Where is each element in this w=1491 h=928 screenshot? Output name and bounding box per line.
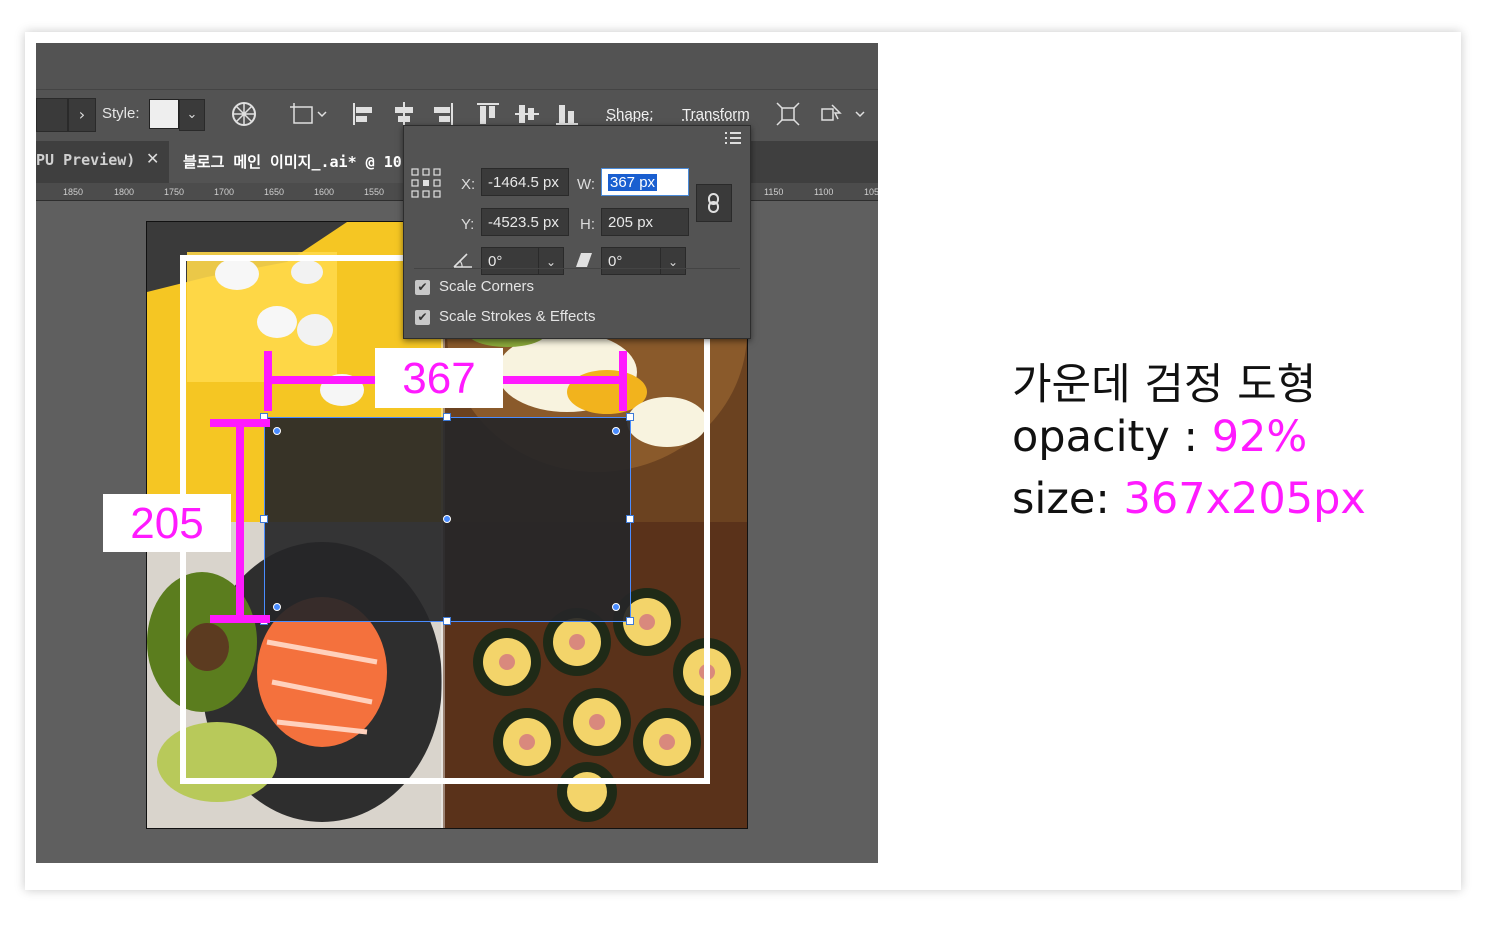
shear-field[interactable]: 0° xyxy=(601,247,661,275)
scale-strokes-checkbox[interactable]: ✔ xyxy=(415,310,430,325)
w-label: W: xyxy=(577,176,596,193)
ruler-tick: 1850 xyxy=(63,187,84,197)
rotate-field[interactable]: 0° xyxy=(481,247,539,275)
resize-handle-left[interactable] xyxy=(260,515,268,523)
scale-strokes-label: Scale Strokes & Effects xyxy=(439,308,596,325)
panel-divider xyxy=(414,268,740,269)
chevron-down-icon[interactable]: ⌄ xyxy=(660,247,686,275)
ruler-tick: 1800 xyxy=(114,187,135,197)
chevron-right-icon[interactable]: › xyxy=(68,98,96,132)
constrain-proportions-button[interactable] xyxy=(696,184,732,222)
artboard-tool-icon[interactable] xyxy=(288,99,332,129)
ruler-tick: 1100 xyxy=(814,187,834,197)
align-left-icon[interactable] xyxy=(350,99,378,129)
corner-widget[interactable] xyxy=(273,603,281,611)
h-field[interactable]: 205 px xyxy=(601,208,689,236)
center-point[interactable] xyxy=(443,515,451,523)
tab-gpu-preview[interactable]: PU Preview) xyxy=(36,151,135,169)
control-field[interactable] xyxy=(36,98,68,132)
opacity-value: 92% xyxy=(1211,412,1308,462)
resize-handle-bottom-right[interactable] xyxy=(626,617,634,625)
opacity-prefix: opacity : xyxy=(1012,412,1212,462)
resize-handle-bottom[interactable] xyxy=(443,617,451,625)
ruler-tick: 105 xyxy=(864,187,878,197)
y-field[interactable]: -4523.5 px xyxy=(481,208,569,236)
resize-handle-top-right[interactable] xyxy=(626,413,634,421)
height-annotation: 205 xyxy=(103,494,231,552)
shear-angle-icon xyxy=(576,253,592,267)
ruler-tick: 1700 xyxy=(214,187,235,197)
style-label: Style: xyxy=(102,105,140,122)
description-opacity: opacity : 92% xyxy=(1012,412,1307,462)
corner-widget[interactable] xyxy=(612,427,620,435)
chevron-down-icon[interactable]: ⌄ xyxy=(538,247,564,275)
scale-corners-checkbox[interactable]: ✔ xyxy=(415,280,430,295)
ruler-tick: 1150 xyxy=(764,187,784,197)
recolor-artwork-icon[interactable] xyxy=(230,99,258,129)
resize-handle-right[interactable] xyxy=(626,515,634,523)
resize-handle-top[interactable] xyxy=(443,413,451,421)
ruler-tick: 1550 xyxy=(364,187,385,197)
corner-widget[interactable] xyxy=(612,603,620,611)
illustrator-window: › Style: ⌄ Shape: Transform PU Preview) … xyxy=(36,43,878,863)
size-prefix: size: xyxy=(1012,474,1124,524)
close-icon[interactable]: ✕ xyxy=(146,149,159,168)
height-marker-line xyxy=(236,419,244,623)
description-size: size: 367x205px xyxy=(1012,474,1366,524)
tab-blog-main-image[interactable]: 블로그 메인 이미지_.ai* @ 10 xyxy=(183,151,402,172)
link-icon xyxy=(708,193,719,213)
isolate-object-icon[interactable] xyxy=(774,99,802,129)
rotate-angle-icon xyxy=(453,253,472,268)
chevron-down-icon[interactable]: ⌄ xyxy=(179,99,205,131)
scale-corners-label: Scale Corners xyxy=(439,278,535,295)
ruler-tick: 1650 xyxy=(264,187,285,197)
y-label: Y: xyxy=(461,216,475,233)
select-similar-icon[interactable] xyxy=(818,99,868,129)
width-annotation: 367 xyxy=(375,348,503,408)
x-field[interactable]: -1464.5 px xyxy=(481,168,569,196)
x-label: X: xyxy=(461,176,476,193)
size-value: 367x205px xyxy=(1123,474,1366,524)
w-field-selected-text: 367 px xyxy=(608,174,658,191)
panel-menu-icon[interactable] xyxy=(724,130,742,146)
w-field[interactable]: 367 px xyxy=(601,168,689,196)
style-swatch[interactable] xyxy=(149,99,179,129)
h-label: H: xyxy=(580,216,595,233)
ruler-tick: 1750 xyxy=(164,187,185,197)
corner-widget[interactable] xyxy=(273,427,281,435)
description-title: 가운데 검정 도형 xyxy=(1012,360,1317,410)
ruler-tick: 1600 xyxy=(314,187,335,197)
reference-point-icon[interactable] xyxy=(411,168,441,198)
app-menu-area xyxy=(36,43,878,89)
transform-panel: X: -1464.5 px W: 367 px Y: -4523.5 px H:… xyxy=(403,125,751,339)
shape-link[interactable]: Shape: xyxy=(606,106,654,123)
transform-link[interactable]: Transform xyxy=(682,106,750,123)
